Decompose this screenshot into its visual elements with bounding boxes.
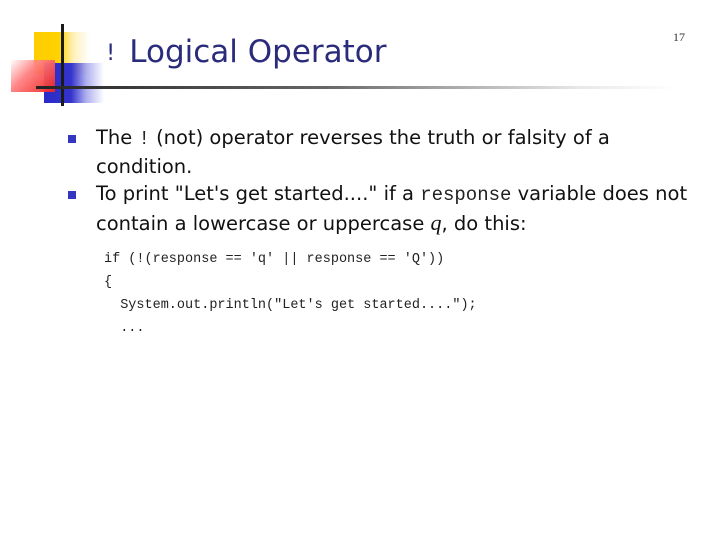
page-number: 17 — [673, 30, 685, 44]
bullet-square-icon — [68, 135, 76, 143]
title-text: Logical Operator — [129, 34, 387, 70]
bullet-item: The ! (not) operator reverses the truth … — [68, 124, 708, 180]
bullet-text: The — [96, 126, 139, 149]
italic-letter: q — [430, 210, 442, 235]
code-block: if (!(response == 'q' || response == 'Q'… — [104, 248, 477, 340]
code-line: ... — [104, 321, 145, 336]
code-line: System.out.println("Let's get started...… — [104, 298, 477, 313]
title-underline — [36, 86, 676, 89]
inline-code: ! — [138, 128, 150, 150]
code-line: { — [104, 275, 113, 290]
bullet-list: The ! (not) operator reverses the truth … — [68, 124, 708, 237]
bullet-text: To print "Let's get started...." if a — [96, 182, 421, 205]
logo-vertical-line — [61, 24, 64, 106]
slide-title: ! Logical Operator — [104, 34, 387, 70]
bullet-text: , do this: — [441, 212, 527, 235]
code-line: if (!(response == 'q' || response == 'Q'… — [104, 252, 445, 267]
bullet-square-icon — [68, 191, 76, 199]
bullet-text: (not) operator reverses the truth or fal… — [96, 126, 610, 178]
inline-code: response — [420, 184, 512, 206]
bullet-item: To print "Let's get started...." if a re… — [68, 180, 708, 237]
title-operator: ! — [104, 41, 118, 66]
